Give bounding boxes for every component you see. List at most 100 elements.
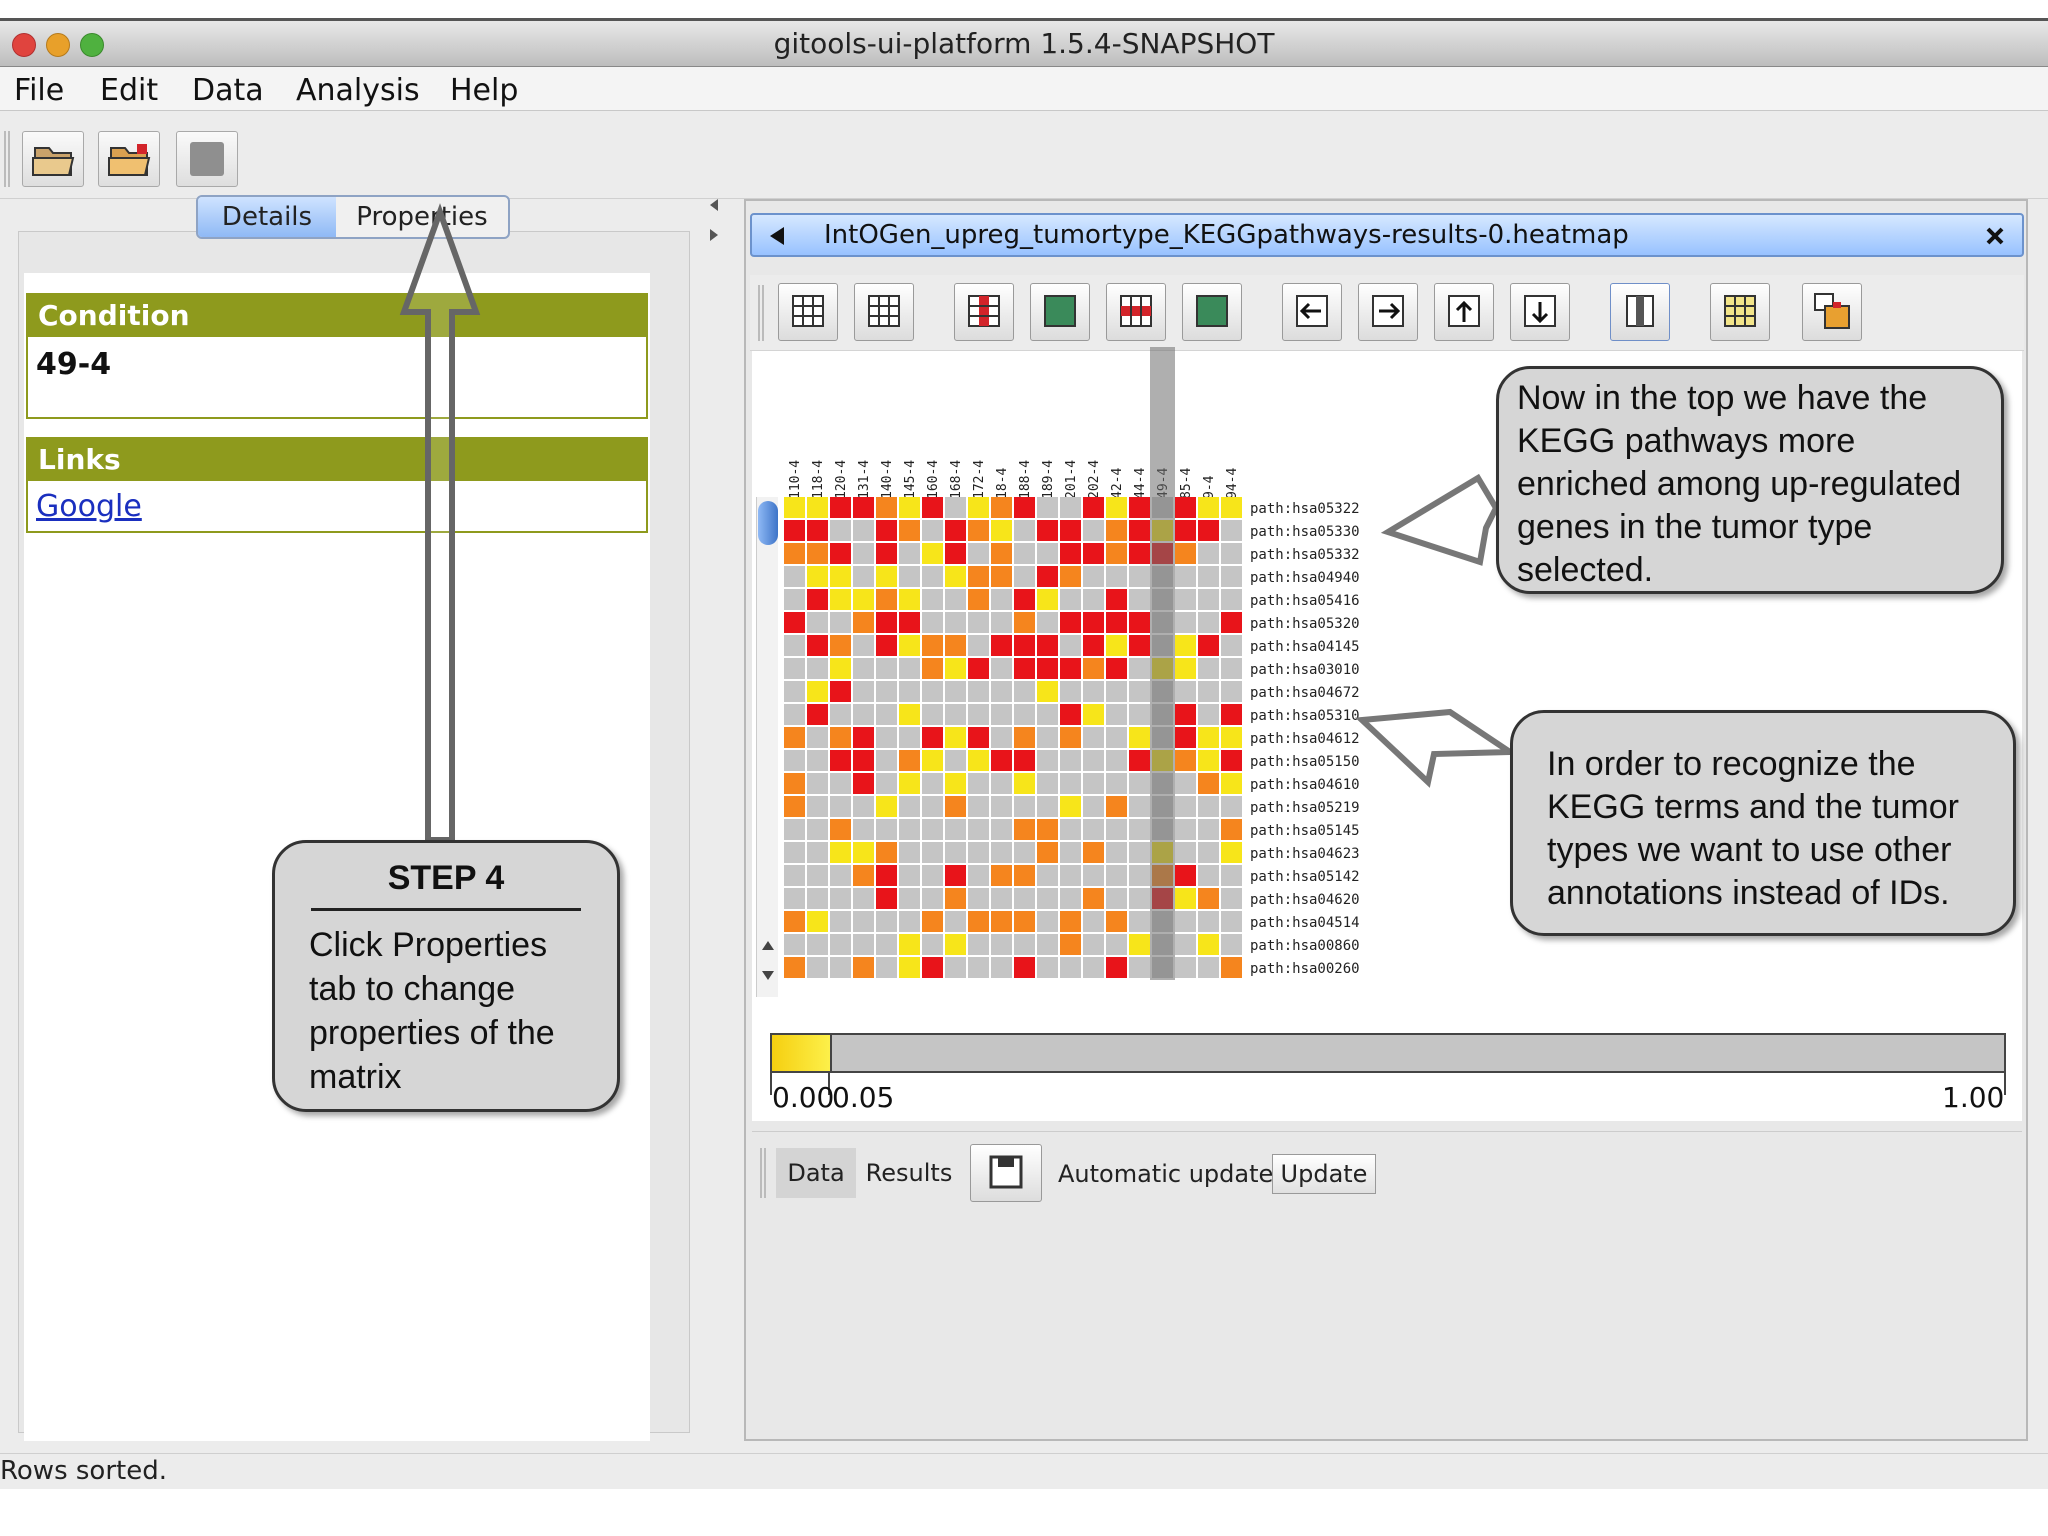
heatmap-cell[interactable] — [1198, 520, 1219, 541]
heatmap-cell[interactable] — [922, 543, 943, 564]
heatmap-cell[interactable] — [1175, 566, 1196, 587]
heatmap-cell[interactable] — [807, 865, 828, 886]
update-button[interactable]: Update — [1272, 1154, 1376, 1194]
heatmap-cell[interactable] — [1129, 658, 1150, 679]
heatmap-cell[interactable] — [968, 727, 989, 748]
heatmap-cell[interactable] — [830, 497, 851, 518]
heatmap-cell[interactable] — [1083, 704, 1104, 725]
heatmap-cell[interactable] — [1037, 658, 1058, 679]
heatmap-cell[interactable] — [1221, 589, 1242, 610]
heatmap-cell[interactable] — [784, 566, 805, 587]
heatmap-cell[interactable] — [807, 612, 828, 633]
splitter-arrows-icon[interactable] — [704, 193, 724, 253]
heatmap-cell[interactable] — [1221, 796, 1242, 817]
heatmap-cell[interactable] — [876, 750, 897, 771]
heatmap-cell[interactable] — [1221, 957, 1242, 978]
heatmap-cell[interactable] — [807, 543, 828, 564]
heatmap-cell[interactable] — [876, 934, 897, 955]
row-label[interactable]: path:hsa05310 — [1250, 708, 1360, 724]
heatmap-cell[interactable] — [807, 658, 828, 679]
heatmap-cell[interactable] — [1083, 796, 1104, 817]
heatmap-cell[interactable] — [1129, 566, 1150, 587]
heatmap-cell[interactable] — [1083, 658, 1104, 679]
heatmap-cell[interactable] — [1083, 566, 1104, 587]
row-label[interactable]: path:hsa00260 — [1250, 961, 1360, 977]
heatmap-cell[interactable] — [876, 704, 897, 725]
heatmap-cell[interactable] — [830, 727, 851, 748]
heatmap-cell[interactable] — [1083, 589, 1104, 610]
heatmap-cell[interactable] — [899, 957, 920, 978]
heatmap-cell[interactable] — [1014, 589, 1035, 610]
heatmap-cell[interactable] — [1083, 727, 1104, 748]
heatmap-cell[interactable] — [1198, 704, 1219, 725]
heatmap-cell[interactable] — [807, 750, 828, 771]
row-label[interactable]: path:hsa04620 — [1250, 892, 1360, 908]
heatmap-cell[interactable] — [830, 612, 851, 633]
row-label[interactable]: path:hsa04623 — [1250, 846, 1360, 862]
open-analysis-button[interactable] — [98, 131, 160, 187]
heatmap-cell[interactable] — [1198, 612, 1219, 633]
heatmap-cell[interactable] — [1037, 773, 1058, 794]
heatmap-cell[interactable] — [968, 497, 989, 518]
heatmap-cell[interactable] — [830, 911, 851, 932]
heatmap-cell[interactable] — [784, 934, 805, 955]
heatmap-cell[interactable] — [830, 681, 851, 702]
heatmap-cell[interactable] — [1198, 773, 1219, 794]
heatmap-cell[interactable] — [1221, 934, 1242, 955]
heatmap-cell[interactable] — [968, 589, 989, 610]
heatmap-cell[interactable] — [784, 842, 805, 863]
heatmap-cell[interactable] — [991, 681, 1012, 702]
move-left-button[interactable] — [1282, 283, 1342, 341]
heatmap-cell[interactable] — [830, 750, 851, 771]
heatmap-cell[interactable] — [1083, 681, 1104, 702]
heatmap-cell[interactable] — [876, 658, 897, 679]
heatmap-cell[interactable] — [1060, 773, 1081, 794]
heatmap-cell[interactable] — [1106, 911, 1127, 932]
heatmap-cell[interactable] — [784, 750, 805, 771]
column-label[interactable]: 201-4 — [1064, 439, 1082, 499]
heatmap-cell[interactable] — [945, 589, 966, 610]
heatmap-cell[interactable] — [945, 727, 966, 748]
heatmap-cell[interactable] — [968, 704, 989, 725]
heatmap-cell[interactable] — [1221, 681, 1242, 702]
heatmap-cell[interactable] — [1060, 543, 1081, 564]
heatmap-cell[interactable] — [899, 727, 920, 748]
heatmap-cell[interactable] — [968, 842, 989, 863]
heatmap-cell[interactable] — [1175, 681, 1196, 702]
heatmap-cell[interactable] — [1060, 566, 1081, 587]
heatmap-cell[interactable] — [853, 750, 874, 771]
heatmap-cell[interactable] — [1106, 796, 1127, 817]
heatmap-cell[interactable] — [1175, 773, 1196, 794]
heatmap-cell[interactable] — [830, 842, 851, 863]
heatmap-cell[interactable] — [1037, 888, 1058, 909]
heatmap-cell[interactable] — [1014, 842, 1035, 863]
heatmap-cell[interactable] — [876, 888, 897, 909]
heatmap-cell[interactable] — [1175, 497, 1196, 518]
heatmap-cell[interactable] — [807, 773, 828, 794]
heatmap-cell[interactable] — [1198, 865, 1219, 886]
heatmap-cell[interactable] — [991, 888, 1012, 909]
heatmap-cell[interactable] — [991, 566, 1012, 587]
heatmap-cell[interactable] — [1037, 750, 1058, 771]
heatmap-cell[interactable] — [991, 727, 1012, 748]
heatmap-cell[interactable] — [899, 520, 920, 541]
heatmap-cell[interactable] — [807, 589, 828, 610]
heatmap-cell[interactable] — [922, 704, 943, 725]
heatmap-cell[interactable] — [1014, 796, 1035, 817]
heatmap-cell[interactable] — [1221, 750, 1242, 771]
heatmap-cell[interactable] — [853, 566, 874, 587]
heatmap-cell[interactable] — [1037, 819, 1058, 840]
heatmap-cell[interactable] — [1060, 750, 1081, 771]
heatmap-cell[interactable] — [830, 520, 851, 541]
heatmap-cell[interactable] — [1106, 842, 1127, 863]
heatmap-cell[interactable] — [1198, 543, 1219, 564]
heatmap-cell[interactable] — [830, 589, 851, 610]
heatmap-cell[interactable] — [1106, 819, 1127, 840]
menu-edit[interactable]: Edit — [100, 73, 158, 108]
heatmap-cell[interactable] — [1014, 704, 1035, 725]
row-label[interactable]: path:hsa05320 — [1250, 616, 1360, 632]
heatmap-cell[interactable] — [1083, 612, 1104, 633]
heatmap-cell[interactable] — [1198, 658, 1219, 679]
unselect-all-button[interactable] — [854, 283, 914, 341]
heatmap-cell[interactable] — [1175, 727, 1196, 748]
